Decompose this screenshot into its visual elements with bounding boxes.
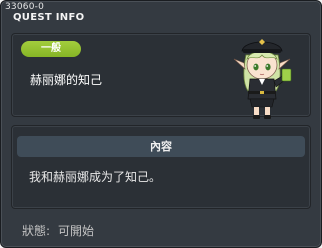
npc-helena-portrait-icon: [233, 39, 292, 119]
quest-content-panel: 內容 我和赫丽娜成为了知己。: [11, 125, 311, 209]
status-value: 可開始: [58, 224, 95, 238]
quest-id: 33060-0: [5, 2, 45, 12]
content-header: 內容: [17, 136, 305, 157]
quest-info-window: 33060-0 QUEST INFO 一般 赫丽娜的知己 內容 我和赫丽娜成为了…: [0, 0, 322, 248]
content-text: 我和赫丽娜成为了知己。: [29, 170, 162, 184]
quest-status: 狀態: 可開始: [22, 222, 94, 239]
quest-name: 赫丽娜的知己: [30, 73, 103, 87]
category-badge: 一般: [21, 41, 81, 57]
status-label: 狀態:: [22, 224, 51, 238]
window-title: QUEST INFO: [13, 12, 85, 23]
